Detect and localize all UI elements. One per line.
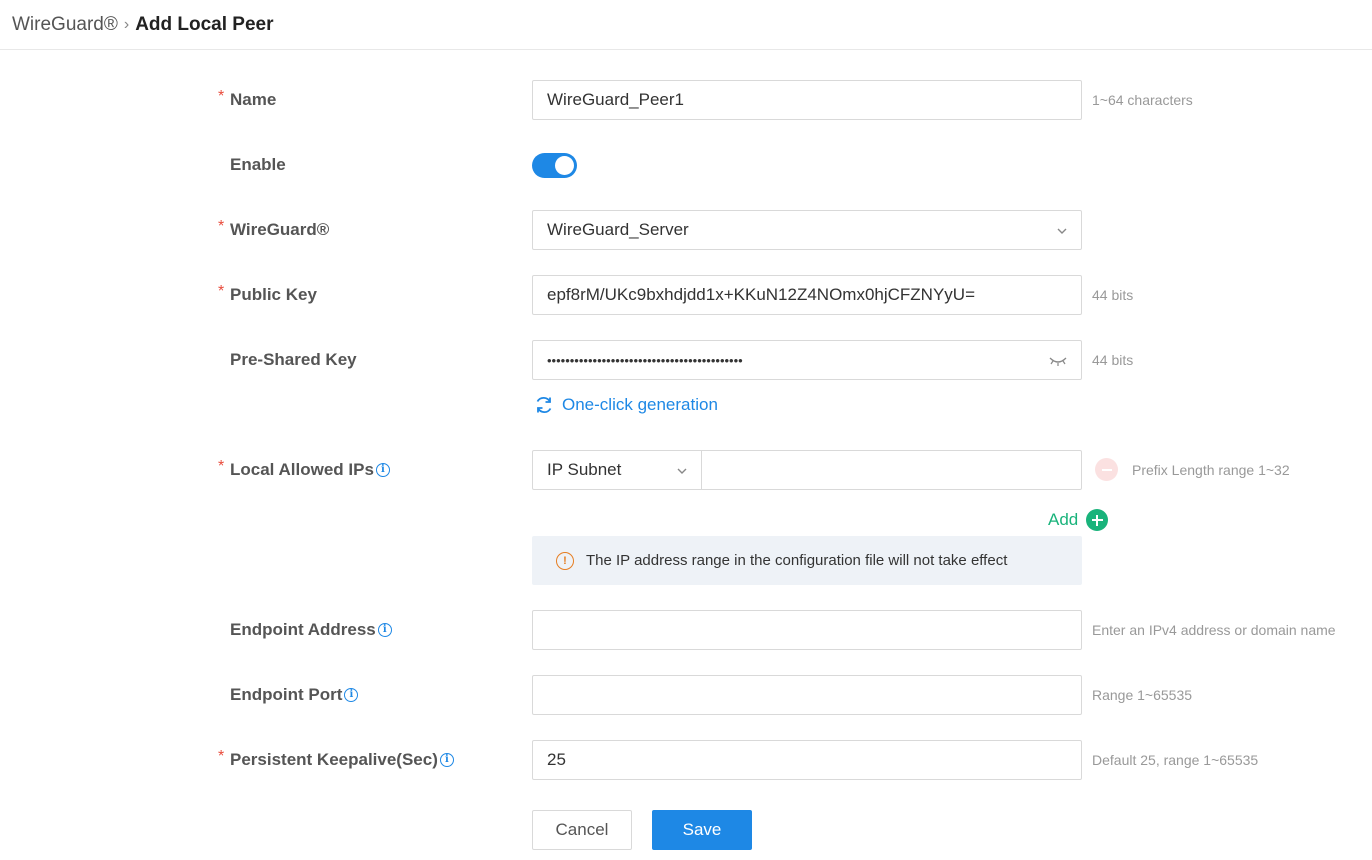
enable-label: Enable [230, 145, 286, 185]
endpoint-address-hint: Enter an IPv4 address or domain name [1092, 622, 1336, 638]
remove-ip-button[interactable] [1095, 458, 1118, 481]
endpoint-address-label: Endpoint Address i [230, 610, 392, 650]
keepalive-label: Persistent Keepalive(Sec) i [230, 740, 454, 780]
required-mark: * [218, 283, 225, 300]
required-mark: * [218, 458, 225, 475]
ip-subnet-input[interactable] [701, 450, 1082, 490]
eye-closed-icon[interactable] [1049, 355, 1067, 367]
wireguard-label: WireGuard® [230, 210, 329, 250]
wireguard-label-text: WireGuard® [230, 220, 330, 239]
add-ip-button[interactable]: Add [1048, 508, 1109, 532]
breadcrumb: WireGuard® › Add Local Peer [0, 0, 1372, 50]
pre-shared-key-hint: 44 bits [1092, 352, 1134, 368]
one-click-generation-link[interactable]: One-click generation [534, 393, 718, 417]
page-title: Add Local Peer [135, 13, 274, 35]
keepalive-hint: Default 25, range 1~65535 [1092, 752, 1259, 768]
one-click-generation-label: One-click generation [562, 395, 718, 414]
wireguard-row: * WireGuard® WireGuard_Server [0, 210, 1372, 250]
keepalive-row: * Persistent Keepalive(Sec) i 25 Default… [0, 740, 1372, 780]
cancel-button[interactable]: Cancel [532, 810, 632, 850]
public-key-label: Public Key [230, 275, 317, 315]
chevron-down-icon [1057, 228, 1067, 234]
warning-icon: ! [556, 551, 574, 570]
endpoint-port-hint: Range 1~65535 [1092, 687, 1193, 703]
endpoint-port-input[interactable] [532, 675, 1082, 715]
config-notice: ! The IP address range in the configurat… [532, 536, 1082, 585]
local-allowed-ips-label-text: Local Allowed IPs [230, 460, 374, 479]
endpoint-address-label-text: Endpoint Address [230, 620, 376, 639]
required-mark: * [218, 218, 225, 235]
endpoint-port-label-text: Endpoint Port [230, 685, 343, 704]
keepalive-label-text: Persistent Keepalive(Sec) [230, 750, 438, 769]
toggle-knob [555, 156, 574, 175]
minus-icon [1101, 468, 1112, 471]
pre-shared-key-label-text: Pre-Shared Key [230, 350, 357, 369]
name-input[interactable]: WireGuard_Peer1 [532, 80, 1082, 120]
local-allowed-ips-row: * Local Allowed IPs i IP Subnet Prefix L… [0, 450, 1372, 490]
endpoint-address-input[interactable] [532, 610, 1082, 650]
pre-shared-key-input[interactable]: ••••••••••••••••••••••••••••••••••••••••… [532, 340, 1082, 380]
wireguard-select[interactable]: WireGuard_Server [532, 210, 1082, 250]
pre-shared-key-value: ••••••••••••••••••••••••••••••••••••••••… [547, 352, 743, 368]
plus-icon [1086, 509, 1109, 531]
required-mark: * [218, 88, 225, 105]
info-icon[interactable]: i [375, 463, 390, 477]
ip-prefix-hint: Prefix Length range 1~32 [1132, 462, 1290, 478]
chevron-down-icon [677, 468, 687, 474]
endpoint-port-row: Endpoint Port i Range 1~65535 [0, 675, 1372, 715]
info-icon[interactable]: i [377, 623, 392, 637]
info-icon[interactable]: i [439, 753, 454, 767]
endpoint-port-label: Endpoint Port i [230, 675, 359, 715]
name-label: Name [230, 80, 276, 120]
info-icon[interactable]: i [344, 688, 359, 702]
public-key-row: * Public Key epf8rM/UKc9bxhdjdd1x+KKuN12… [0, 275, 1372, 315]
refresh-icon [536, 396, 552, 414]
enable-label-text: Enable [230, 155, 286, 174]
breadcrumb-parent-link[interactable]: WireGuard® [12, 14, 118, 36]
enable-toggle[interactable] [532, 153, 577, 178]
keepalive-input[interactable]: 25 [532, 740, 1082, 780]
name-label-text: Name [230, 90, 277, 109]
local-allowed-ips-label: Local Allowed IPs i [230, 450, 390, 490]
public-key-input[interactable]: epf8rM/UKc9bxhdjdd1x+KKuN12Z4NOmx0hjCFZN… [532, 275, 1082, 315]
chevron-right-icon: › [123, 15, 130, 33]
ip-type-value: IP Subnet [547, 460, 622, 479]
enable-row: Enable [0, 145, 1372, 185]
config-notice-text: The IP address range in the configuratio… [586, 552, 1008, 569]
add-label: Add [1048, 510, 1079, 529]
pre-shared-key-row: Pre-Shared Key •••••••••••••••••••••••••… [0, 340, 1372, 380]
save-button[interactable]: Save [652, 810, 752, 850]
endpoint-address-row: Endpoint Address i Enter an IPv4 address… [0, 610, 1372, 650]
pre-shared-key-label: Pre-Shared Key [230, 340, 357, 380]
ip-type-select[interactable]: IP Subnet [532, 450, 702, 490]
name-hint: 1~64 characters [1092, 92, 1193, 108]
wireguard-select-value: WireGuard_Server [547, 220, 689, 239]
required-mark: * [218, 748, 225, 765]
public-key-hint: 44 bits [1092, 287, 1134, 303]
name-row: * Name WireGuard_Peer1 1~64 characters [0, 80, 1372, 120]
public-key-label-text: Public Key [230, 285, 317, 304]
